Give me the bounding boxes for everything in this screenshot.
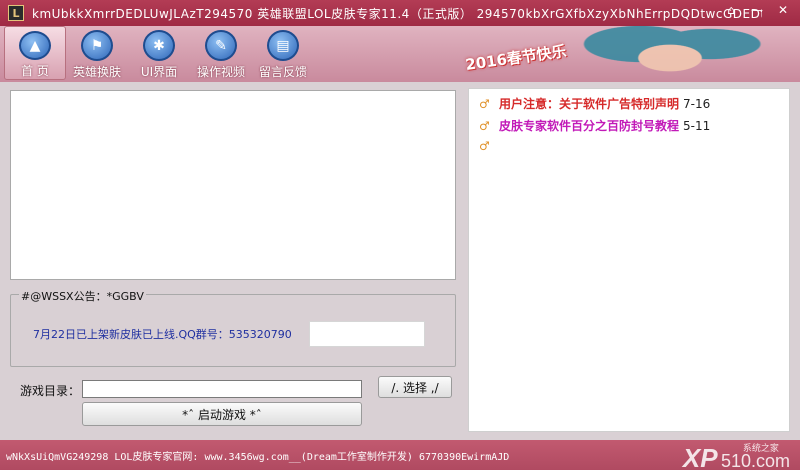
banner-text: 2016春节快乐 — [464, 42, 568, 74]
nav-video-label: 操作视频 — [196, 65, 245, 79]
start-game-button[interactable]: *ˆ 启动游戏 *ˆ — [82, 402, 362, 426]
nav-home[interactable]: ▲ 首 页 — [4, 26, 66, 80]
nav-video[interactable]: ✎ 操作视频 — [190, 26, 252, 80]
banner-character-image — [570, 26, 770, 82]
flag-icon: ⚑ — [81, 30, 113, 61]
choose-button[interactable]: /. 选择 ,/ — [378, 376, 452, 398]
notice-text: 7月22日已上架新皮肤已上线.QQ群号：535320790 — [33, 328, 292, 341]
title-bar: L kmUbkkXmrrDEDLUwJLAzT294570 英雄联盟LOL皮肤专… — [0, 0, 800, 26]
notice-field — [309, 321, 425, 347]
main-nav: ▲ 首 页 ⚑ 英雄换肤 ✱ UI界面 ✎ 操作视频 ▤ 留言反馈 — [4, 26, 314, 80]
news-item[interactable]: ♂ 皮肤专家软件百分之百防封号教程 5-11 — [479, 117, 710, 134]
nav-hero-skin-label: 英雄换肤 — [72, 65, 121, 79]
bullet-icon: ♂ — [479, 118, 490, 133]
nav-ui[interactable]: ✱ UI界面 — [128, 26, 190, 80]
wrench-icon: ✎ — [205, 30, 237, 61]
game-dir-label: 游戏目录： — [20, 384, 81, 398]
news-title[interactable]: 用户注意：关于软件广告特别声明 — [499, 95, 679, 112]
watermark-tag: 系统之家 — [742, 443, 779, 453]
compass-icon: ▲ — [19, 31, 51, 60]
status-bar: wNkXsUiQmVG249298 LOL皮肤专家官网: www.3456wg.… — [0, 440, 800, 470]
news-panel: ♂ 用户注意：关于软件广告特别声明 7-16 ♂ 皮肤专家软件百分之百防封号教程… — [468, 88, 790, 432]
nav-ui-label: UI界面 — [140, 65, 178, 79]
window-title: kmUbkkXmrrDEDLUwJLAzT294570 英雄联盟LOL皮肤专家1… — [32, 6, 762, 21]
minimize-button[interactable]: — — [744, 0, 770, 20]
news-item[interactable]: ♂ 用户注意：关于软件广告特别声明 7-16 — [479, 95, 710, 112]
nav-feedback-label: 留言反馈 — [258, 65, 307, 79]
news-date: 7-16 — [683, 96, 711, 111]
spider-icon: ✱ — [143, 30, 175, 61]
window-controls: ⌂ — ✕ — [718, 0, 796, 20]
notice-group: #@WSSX公告：*GGBV 7月22日已上架新皮肤已上线.QQ群号：53532… — [10, 288, 456, 367]
app-logo-icon: L — [8, 5, 24, 21]
game-dir-input[interactable] — [82, 380, 362, 398]
news-item[interactable]: ♂ — [479, 139, 503, 153]
banner: 2016春节快乐 — [330, 26, 800, 82]
notice-legend: #@WSSX公告：*GGBV — [19, 288, 146, 304]
status-text: wNkXsUiQmVG249298 LOL皮肤专家官网: www.3456wg.… — [6, 451, 510, 463]
nav-hero-skin[interactable]: ⚑ 英雄换肤 — [66, 26, 128, 80]
toolbar: ▲ 首 页 ⚑ 英雄换肤 ✱ UI界面 ✎ 操作视频 ▤ 留言反馈 2016春节… — [0, 26, 800, 82]
news-title[interactable]: 皮肤专家软件百分之百防封号教程 — [499, 117, 679, 134]
book-icon: ▤ — [267, 30, 299, 61]
nav-feedback[interactable]: ▤ 留言反馈 — [252, 26, 314, 80]
close-button[interactable]: ✕ — [770, 0, 796, 20]
content-panel — [10, 90, 456, 280]
nav-home-label: 首 页 — [21, 64, 49, 78]
watermark-brand: XP — [682, 443, 718, 470]
news-date: 5-11 — [683, 118, 711, 133]
bullet-icon: ♂ — [479, 139, 490, 153]
bullet-icon: ♂ — [479, 96, 490, 111]
watermark-logo: XP 510.com 系统之家 — [683, 443, 790, 470]
skin-icon[interactable]: ⌂ — [718, 0, 744, 20]
